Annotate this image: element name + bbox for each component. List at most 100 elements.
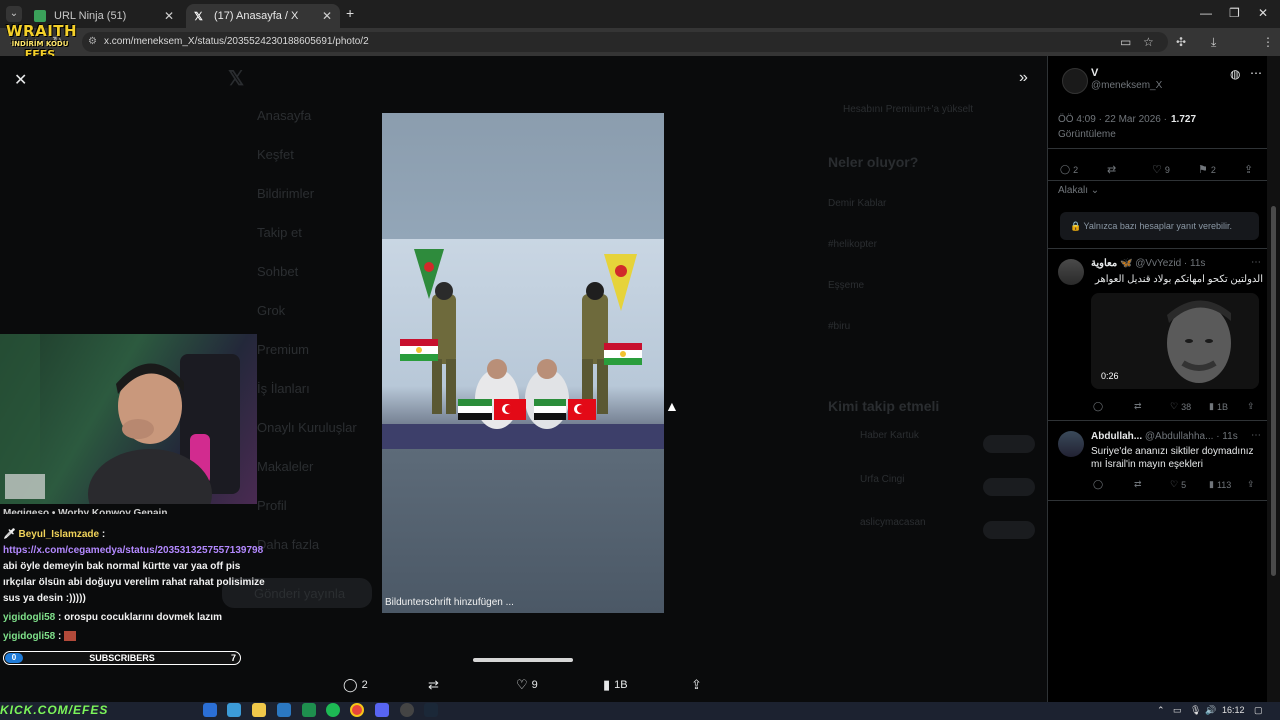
views-button[interactable]: ▮ 1B <box>603 677 628 693</box>
reply-author-handle[interactable]: @Abdullahha... <box>1145 431 1214 442</box>
download-icon[interactable]: ⤓ <box>1211 35 1216 50</box>
follow-user[interactable]: Urfa Cingi <box>860 474 904 485</box>
reply-views-button[interactable]: ▮ 113 <box>1209 479 1231 490</box>
reply-views-button[interactable]: ▮ 1B <box>1209 401 1228 412</box>
views-icon: ▮ <box>1209 401 1214 411</box>
close-tab-icon[interactable]: ✕ <box>164 9 174 23</box>
nav-item-follow[interactable]: Takip et <box>257 225 302 240</box>
more-options-icon[interactable]: ⋯ <box>1251 430 1261 441</box>
tweet-bookmark-button[interactable]: ⚑ 2 <box>1198 163 1216 176</box>
cast-icon[interactable]: ▭ <box>1120 35 1131 49</box>
tweet-repost-button[interactable]: ⇄ <box>1107 163 1116 176</box>
trend-item[interactable]: Demir Kablar <box>828 198 886 209</box>
bookmark-star-icon[interactable]: ☆ <box>1143 35 1154 49</box>
edge-icon[interactable] <box>203 703 217 717</box>
obs-icon[interactable] <box>400 703 414 717</box>
chat-partial-line: Megigeso • Worby Konwoy Genain... <box>3 508 176 514</box>
share-button[interactable]: ⇪ <box>691 677 702 693</box>
photo-scroll-handle[interactable] <box>473 658 573 662</box>
reply-tweet[interactable]: Abdullah... @Abdullahha... · 11s ⋯ Suriy… <box>1048 420 1268 501</box>
network-icon[interactable]: ▭ <box>1173 705 1182 716</box>
reply-video[interactable]: 0:26 <box>1091 293 1259 389</box>
restore-button[interactable]: ❐ <box>1229 6 1240 20</box>
nav-item-notifications[interactable]: Bildirimler <box>257 186 314 201</box>
photo-viewer[interactable]: Bildunterschrift hinzufügen ... <box>382 113 664 613</box>
nav-item-premium[interactable]: Premium <box>257 342 309 357</box>
store-icon[interactable] <box>277 703 291 717</box>
author-avatar[interactable] <box>1062 68 1088 94</box>
browser-tabstrip: ⌄ URL Ninja (51) ✕ 𝕏 (17) Anasayfa / X ✕… <box>0 0 1280 28</box>
follow-button[interactable] <box>983 478 1035 496</box>
premium-upsell[interactable]: Hesabını Premium+'a yükselt <box>843 104 973 115</box>
more-options-icon[interactable]: ⋯ <box>1251 257 1261 268</box>
tweet-timestamp[interactable]: ÖÖ 4:09 · 22 Mar 2026 · <box>1058 114 1167 125</box>
volume-icon[interactable]: 🔊 <box>1205 705 1216 716</box>
reply-avatar[interactable] <box>1058 431 1084 457</box>
discord-icon[interactable] <box>375 703 389 717</box>
tab-x-home[interactable]: 𝕏 (17) Anasayfa / X ✕ <box>186 4 340 28</box>
steam-icon[interactable] <box>424 703 438 717</box>
follow-user[interactable]: aslicymacasan <box>860 517 926 528</box>
chat-link[interactable]: https://x.com/cegamedya/status/203531325… <box>3 545 263 556</box>
microphone-icon[interactable]: 🎙 <box>1190 705 1201 716</box>
browser-icon[interactable] <box>227 703 241 717</box>
tweet-reply-button[interactable]: ◯ 2 <box>1060 164 1078 175</box>
tab-search-button[interactable]: ⌄ <box>6 6 22 22</box>
close-tab-icon[interactable]: ✕ <box>322 9 332 23</box>
grok-icon[interactable]: ◍ <box>1230 67 1240 81</box>
reply-tweet[interactable]: معاوية 🦋 @VvYezid · 11s ⋯ الدولتين تكحو … <box>1048 248 1268 420</box>
reply-repost-button[interactable]: ⇄ <box>1134 479 1142 490</box>
excel-icon[interactable] <box>302 703 316 717</box>
more-menu-icon[interactable]: ⋮ <box>1262 35 1274 49</box>
file-explorer-icon[interactable] <box>252 703 266 717</box>
new-tab-button[interactable]: + <box>346 5 354 21</box>
minimize-button[interactable]: — <box>1200 6 1212 20</box>
author-handle[interactable]: @meneksem_X <box>1091 80 1162 91</box>
trend-item[interactable]: #helikopter <box>828 239 877 250</box>
nav-item-jobs[interactable]: İş İlanları <box>257 381 310 396</box>
reply-author-handle[interactable]: @VvYezid <box>1135 258 1181 269</box>
follow-user[interactable]: Haber Kartuk <box>860 430 919 441</box>
nav-item-articles[interactable]: Makaleler <box>257 459 313 474</box>
site-info-icon[interactable]: ⚙ <box>88 32 97 52</box>
reply-share-button[interactable]: ⇪ <box>1247 479 1255 490</box>
extensions-icon[interactable]: ✣ <box>1176 35 1186 49</box>
repost-button[interactable]: ⇄ <box>428 677 439 693</box>
nav-item-explore[interactable]: Keşfet <box>257 147 294 162</box>
reply-author-name[interactable]: Abdullah... <box>1091 431 1142 442</box>
trend-item[interactable]: Eşşeme <box>828 280 864 291</box>
follow-button[interactable] <box>983 435 1035 453</box>
close-window-button[interactable]: ✕ <box>1258 6 1268 20</box>
sort-dropdown[interactable]: Alakalı ⌄ <box>1058 185 1099 196</box>
reply-avatar[interactable] <box>1058 259 1084 285</box>
trend-item[interactable]: #biru <box>828 321 850 332</box>
spotify-icon[interactable] <box>326 703 340 717</box>
reply-like-button[interactable]: ♡ 5 <box>1170 479 1186 490</box>
close-photo-icon[interactable]: ✕ <box>14 70 27 90</box>
tray-chevron-icon[interactable]: ⌃ <box>1157 705 1165 716</box>
author-name[interactable]: V <box>1091 67 1098 79</box>
reply-repost-button[interactable]: ⇄ <box>1134 401 1142 412</box>
nav-item-chat[interactable]: Sohbet <box>257 264 298 279</box>
tweet-share-button[interactable]: ⇪ <box>1244 163 1253 176</box>
address-bar[interactable]: ⚙ x.com/meneksem_X/status/20355242301886… <box>82 32 1168 52</box>
more-options-icon[interactable]: ⋯ <box>1250 66 1262 80</box>
reply-reply-button[interactable]: ◯ <box>1093 479 1103 490</box>
reply-author-name[interactable]: معاوية 🦋 <box>1091 258 1132 269</box>
tweet-like-button[interactable]: ♡ 9 <box>1152 163 1170 176</box>
follow-button[interactable] <box>983 521 1035 539</box>
scrollbar-thumb[interactable] <box>1271 206 1276 576</box>
reply-like-button[interactable]: ♡ 38 <box>1170 401 1191 412</box>
chrome-icon[interactable] <box>350 703 364 717</box>
nav-item-home[interactable]: Anasayfa <box>257 108 311 123</box>
nav-item-grok[interactable]: Grok <box>257 303 285 318</box>
reply-button[interactable]: ◯ 2 <box>343 677 368 693</box>
like-button[interactable]: ♡ 9 <box>516 677 538 693</box>
reply-share-button[interactable]: ⇪ <box>1247 401 1255 412</box>
notifications-icon[interactable]: ▢ <box>1254 705 1263 716</box>
collapse-panel-icon[interactable]: » <box>1019 69 1028 87</box>
panel-scrollbar[interactable] <box>1267 56 1280 702</box>
clock[interactable]: 16:12 <box>1222 705 1245 715</box>
nav-item-orgs[interactable]: Onaylı Kuruluşlar <box>257 420 357 435</box>
reply-reply-button[interactable]: ◯ <box>1093 401 1103 412</box>
